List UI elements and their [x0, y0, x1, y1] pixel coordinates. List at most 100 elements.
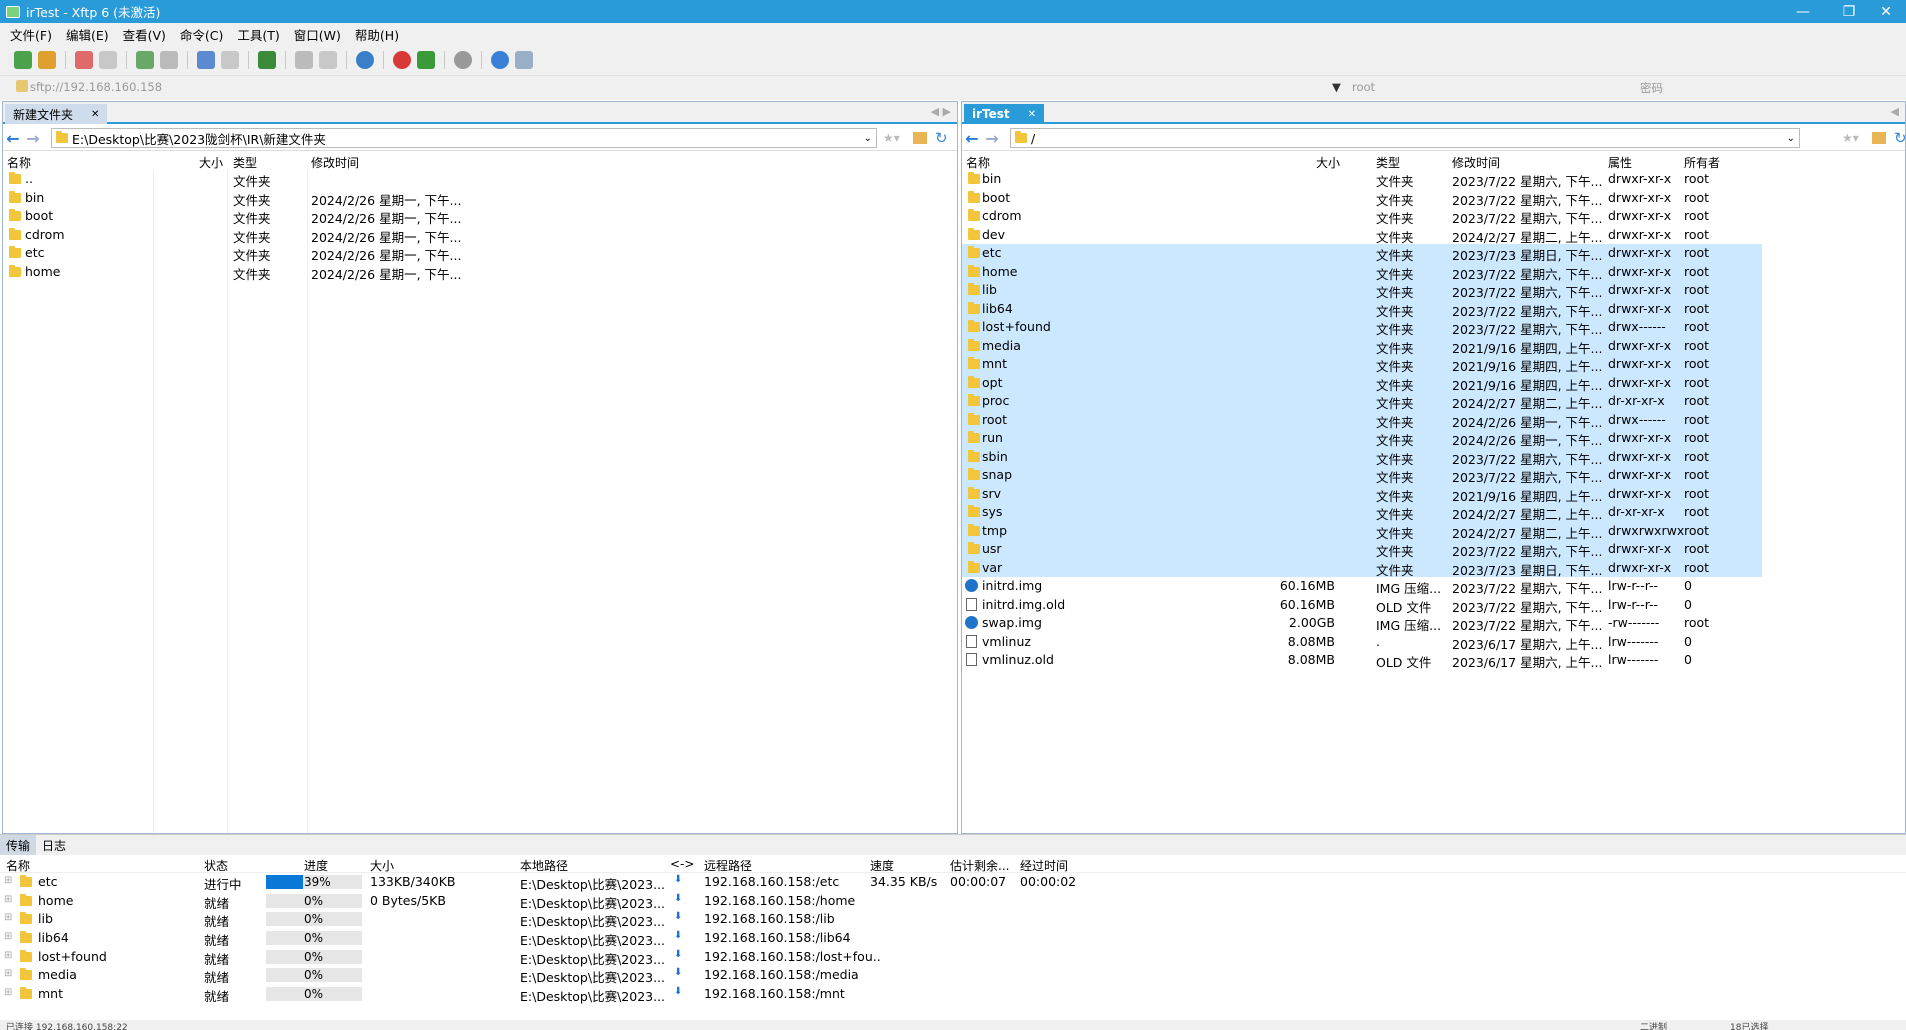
col-size[interactable]: 大小 — [1316, 154, 1340, 171]
list-item[interactable]: opt 文件夹 2021/9/16 星期四, 上午... drwxr-xr-x root — [962, 373, 1762, 393]
menu-tools[interactable]: 工具(T) — [237, 25, 279, 44]
folder-up-icon[interactable] — [913, 132, 927, 144]
back-arrow-icon[interactable]: ← — [3, 129, 23, 148]
minimize-button[interactable]: — — [1780, 0, 1826, 23]
remote-path-input[interactable]: / ⌄ — [1010, 128, 1800, 148]
col-local-path[interactable]: 本地路径 — [520, 857, 568, 874]
list-item[interactable]: cdrom 文件夹 2023/7/22 星期六, 下午... drwxr-xr-x ro… — [962, 207, 1905, 226]
list-item[interactable]: initrd.img.old 60.16MB OLD 文件 2023/7/22 星期六… — [962, 596, 1905, 615]
folder-up-icon[interactable] — [1872, 132, 1886, 144]
close-icon[interactable]: ✕ — [1028, 109, 1036, 120]
list-item[interactable]: usr 文件夹 2023/7/22 星期六, 下午... drwxr-xr-x root — [962, 540, 1762, 559]
bookmark-icon[interactable]: ★▾ — [883, 131, 900, 145]
address-dropdown-icon[interactable]: ▼ — [1332, 80, 1341, 94]
expand-icon[interactable]: ⊞ — [4, 987, 12, 998]
bookmark-icon[interactable]: ★▾ — [1842, 131, 1859, 145]
col-type[interactable]: 类型 — [233, 154, 257, 171]
list-item[interactable]: cdrom 文件夹 2024/2/26 星期一, 下午... — [3, 226, 957, 245]
menu-view[interactable]: 查看(V) — [123, 25, 166, 44]
table-row[interactable]: ⊞ lib64 就绪 0% E:\Desktop\比赛\2023... ⬇ 192.168.… — [0, 929, 1906, 948]
list-item[interactable]: initrd.img 60.16MB IMG 压缩... 2023/7/22 星期六,… — [962, 577, 1905, 596]
col-type[interactable]: 类型 — [1376, 154, 1400, 171]
col-size[interactable]: 大小 — [199, 154, 223, 171]
file-icon[interactable] — [221, 51, 239, 69]
col-remote-path[interactable]: 远程路径 — [704, 857, 752, 874]
menu-window[interactable]: 窗口(W) — [294, 25, 341, 44]
table-row[interactable]: ⊞ lost+found 就绪 0% E:\Desktop\比赛\2023... ⬇ 192… — [0, 948, 1906, 967]
list-item[interactable]: etc 文件夹 2024/2/26 星期一, 下午... — [3, 244, 957, 263]
password-field[interactable]: 密码 — [1640, 80, 1663, 96]
col-name[interactable]: 名称 — [7, 154, 31, 171]
close-icon[interactable]: ✕ — [91, 109, 99, 120]
col-name[interactable]: 名称 — [966, 154, 990, 171]
col-mtime[interactable]: 修改时间 — [311, 154, 359, 171]
copy-icon[interactable] — [319, 51, 337, 69]
menu-file[interactable]: 文件(F) — [10, 25, 52, 44]
refresh-icon[interactable]: ↻ — [935, 129, 948, 147]
print-icon[interactable] — [295, 51, 313, 69]
list-item[interactable]: sbin 文件夹 2023/7/22 星期六, 下午... drwxr-xr-x roo… — [962, 447, 1762, 467]
table-row[interactable]: ⊞ home 就绪 0% 0 Bytes/5KB E:\Desktop\比赛\2023..… — [0, 892, 1906, 911]
local-path-input[interactable]: E:\Desktop\比赛\2023陇剑杯\IR\新建文件夹 ⌄ — [51, 128, 877, 148]
menu-command[interactable]: 命令(C) — [180, 25, 223, 44]
list-item[interactable]: root 文件夹 2024/2/26 星期一, 下午... drwx------ roo… — [962, 410, 1762, 430]
expand-icon[interactable]: ⊞ — [4, 968, 12, 979]
chevron-down-icon[interactable]: ⌄ — [864, 133, 872, 144]
list-item[interactable]: media 文件夹 2021/9/16 星期四, 上午... drwxr-xr-x ro… — [962, 336, 1762, 356]
view-mode-icon[interactable] — [160, 51, 178, 69]
help-icon[interactable] — [491, 51, 509, 69]
col-direction[interactable]: <-> — [670, 857, 694, 871]
expand-icon[interactable]: ⊞ — [4, 894, 12, 905]
close-window-button[interactable]: ✕ — [1866, 0, 1906, 23]
col-elapsed[interactable]: 经过时间 — [1020, 857, 1068, 874]
transfer-icon[interactable] — [197, 51, 215, 69]
list-item[interactable]: boot 文件夹 2023/7/22 星期六, 下午... drwxr-xr-x roo… — [962, 189, 1905, 208]
expand-icon[interactable]: ⊞ — [4, 931, 12, 942]
table-row[interactable]: ⊞ mnt 就绪 0% E:\Desktop\比赛\2023... ⬇ 192.168.16… — [0, 985, 1906, 1004]
col-name[interactable]: 名称 — [6, 857, 30, 874]
open-folder-icon[interactable] — [38, 51, 56, 69]
reconnect-icon[interactable] — [99, 51, 117, 69]
list-item[interactable]: snap 文件夹 2023/7/22 星期六, 下午... drwxr-xr-x roo… — [962, 466, 1762, 485]
table-row[interactable]: ⊞ etc 进行中 39% 133KB/340KB E:\Desktop\比赛\2023.… — [0, 873, 1906, 892]
chevron-down-icon[interactable]: ⌄ — [1787, 133, 1795, 144]
new-folder-icon[interactable] — [136, 51, 154, 69]
list-item[interactable]: dev 文件夹 2024/2/27 星期二, 上午... drwxr-xr-x root — [962, 226, 1905, 245]
expand-icon[interactable]: ⊞ — [4, 912, 12, 923]
col-size[interactable]: 大小 — [370, 857, 394, 874]
col-mtime[interactable]: 修改时间 — [1452, 154, 1500, 171]
address-input[interactable]: sftp://192.168.160.158 — [30, 80, 162, 94]
list-item[interactable]: srv 文件夹 2021/9/16 星期四, 上午... drwxr-xr-x root — [962, 484, 1762, 504]
list-item[interactable]: mnt 文件夹 2021/9/16 星期四, 上午... drwxr-xr-x root — [962, 355, 1762, 374]
tab-local[interactable]: 新建文件夹 ✕ — [5, 104, 108, 124]
xftp-icon[interactable] — [417, 51, 435, 69]
list-item[interactable]: sys 文件夹 2024/2/27 星期二, 上午... dr-xr-xr-x root — [962, 503, 1762, 522]
table-row[interactable]: ⊞ lib 就绪 0% E:\Desktop\比赛\2023... ⬇ 192.168.16… — [0, 910, 1906, 929]
list-item[interactable]: bin 文件夹 2024/2/26 星期一, 下午... — [3, 189, 957, 208]
list-item[interactable]: etc 文件夹 2023/7/23 星期日, 下午... drwxr-xr-x root — [962, 244, 1762, 263]
refresh-icon[interactable]: ↻ — [1894, 129, 1906, 147]
list-item[interactable]: bin 文件夹 2023/7/22 星期六, 下午... drwxr-xr-x root — [962, 170, 1905, 189]
col-status[interactable]: 状态 — [204, 857, 228, 874]
list-item[interactable]: lib64 文件夹 2023/7/22 星期六, 下午... drwxr-xr-x ro… — [962, 299, 1762, 319]
back-arrow-icon[interactable]: ← — [962, 129, 982, 148]
tab-remote[interactable]: irTest ✕ — [964, 104, 1045, 124]
tab-scroll-icon[interactable]: ◀ ▶ — [931, 105, 951, 118]
list-item[interactable]: home 文件夹 2023/7/22 星期六, 下午... drwxr-xr-x roo… — [962, 262, 1762, 282]
expand-icon[interactable]: ⊞ — [4, 875, 12, 886]
tab-scroll-icon[interactable]: ◀ — [1891, 105, 1899, 118]
list-item[interactable]: lib 文件夹 2023/7/22 星期六, 下午... drwxr-xr-x root — [962, 281, 1762, 300]
chat-icon[interactable] — [515, 51, 533, 69]
table-row[interactable]: ⊞ media 就绪 0% E:\Desktop\比赛\2023... ⬇ 192.168.… — [0, 966, 1906, 985]
globe-icon[interactable] — [356, 51, 374, 69]
list-item[interactable]: tmp 文件夹 2024/2/27 星期二, 上午... drwxrwxrwx root — [962, 521, 1762, 541]
list-item[interactable]: var 文件夹 2023/7/23 星期日, 下午... drwxr-xr-x root — [962, 558, 1762, 578]
list-item[interactable]: vmlinuz 8.08MB. 2023/6/17 星期六, 上午... lrw---… — [962, 633, 1905, 652]
list-item[interactable]: vmlinuz.old 8.08MB OLD 文件 2023/6/17 星期六, 上午… — [962, 651, 1905, 670]
gear-icon[interactable] — [454, 51, 472, 69]
tab-transfer[interactable]: 传输 — [0, 835, 37, 855]
list-item[interactable]: swap.img 2.00GB IMG 压缩... 2023/7/22 星期六, 下午… — [962, 614, 1905, 633]
menu-help[interactable]: 帮助(H) — [355, 25, 399, 44]
list-item[interactable]: .. 文件夹 — [3, 170, 957, 189]
list-item[interactable]: boot 文件夹 2024/2/26 星期一, 下午... — [3, 207, 957, 226]
